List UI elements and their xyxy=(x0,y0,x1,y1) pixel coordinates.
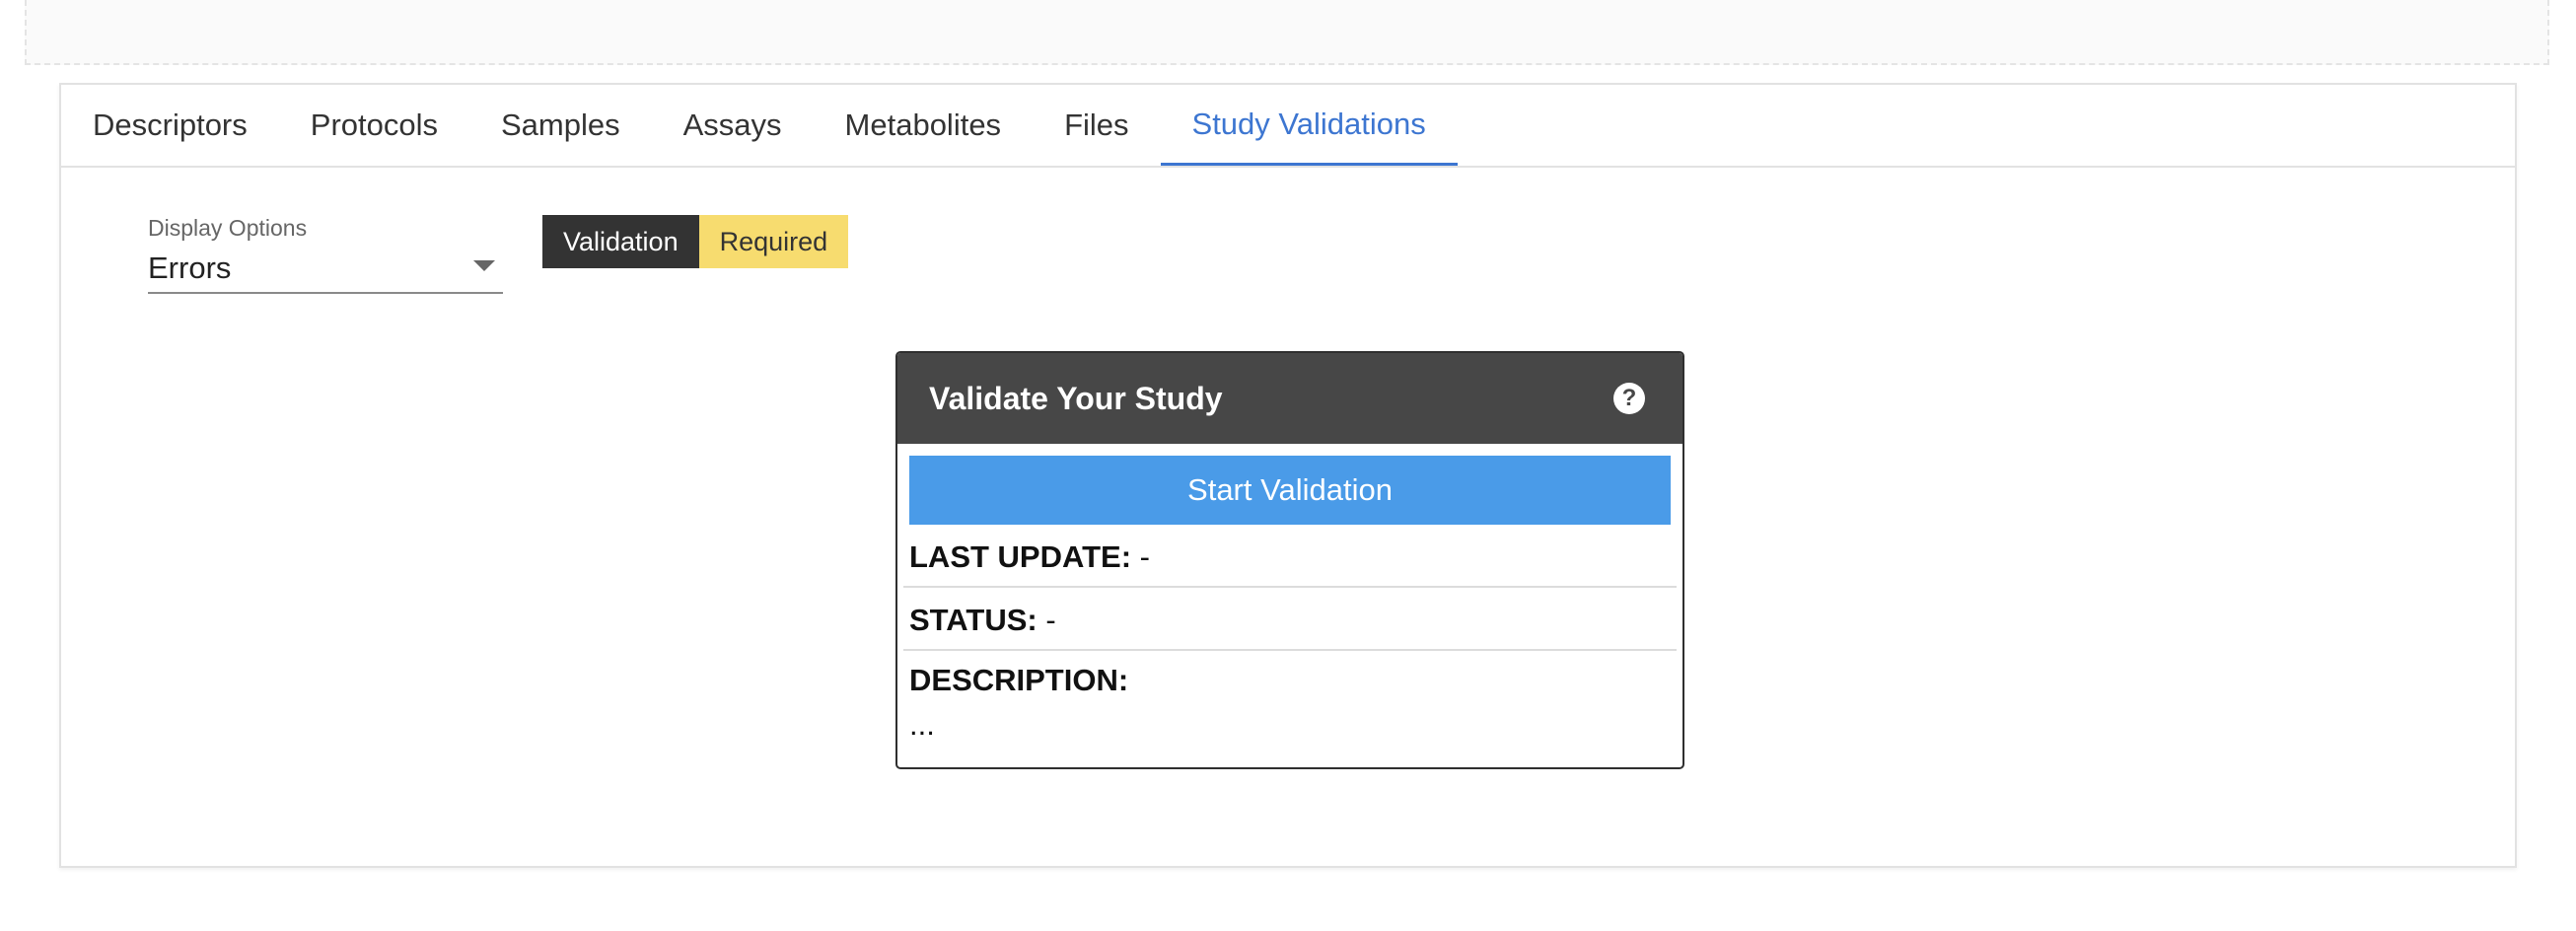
validate-panel-header: Validate Your Study ? xyxy=(897,353,1682,444)
validate-study-panel: Validate Your Study ? Start Validation L… xyxy=(895,351,1684,769)
validation-badge: Validation xyxy=(542,215,699,268)
dropdown-arrow-icon xyxy=(473,260,495,271)
validation-badges: Validation Required xyxy=(542,215,849,268)
status-value: - xyxy=(1045,603,1056,637)
start-validation-button[interactable]: Start Validation xyxy=(909,456,1671,525)
tab-files[interactable]: Files xyxy=(1033,85,1160,166)
last-update-row: LAST UPDATE: - xyxy=(903,527,1677,588)
display-options-select[interactable]: Errors xyxy=(148,243,503,294)
required-badge: Required xyxy=(698,215,849,268)
question-circle-icon[interactable]: ? xyxy=(1613,383,1645,414)
tab-assays[interactable]: Assays xyxy=(652,85,814,166)
last-update-value: - xyxy=(1139,539,1150,574)
study-tabs: Descriptors Protocols Samples Assays Met… xyxy=(61,85,2515,168)
tab-samples[interactable]: Samples xyxy=(469,85,652,166)
display-options-value: Errors xyxy=(148,251,232,285)
tab-descriptors[interactable]: Descriptors xyxy=(61,85,279,166)
description-value: ... xyxy=(909,707,935,742)
validate-panel-title: Validate Your Study xyxy=(929,381,1223,416)
tab-study-validations[interactable]: Study Validations xyxy=(1160,85,1458,166)
display-options-label: Display Options xyxy=(148,215,308,241)
last-update-label: LAST UPDATE: xyxy=(909,539,1140,574)
study-card: Descriptors Protocols Samples Assays Met… xyxy=(59,83,2517,868)
description-row: DESCRIPTION: ... xyxy=(903,653,1677,759)
top-panel-area xyxy=(25,0,2549,65)
tab-protocols[interactable]: Protocols xyxy=(279,85,469,166)
display-options: Display Options Errors xyxy=(148,213,503,294)
tab-metabolites[interactable]: Metabolites xyxy=(814,85,1034,166)
status-row: STATUS: - xyxy=(903,590,1677,651)
status-label: STATUS: xyxy=(909,603,1046,637)
description-label: DESCRIPTION: xyxy=(909,663,1129,697)
